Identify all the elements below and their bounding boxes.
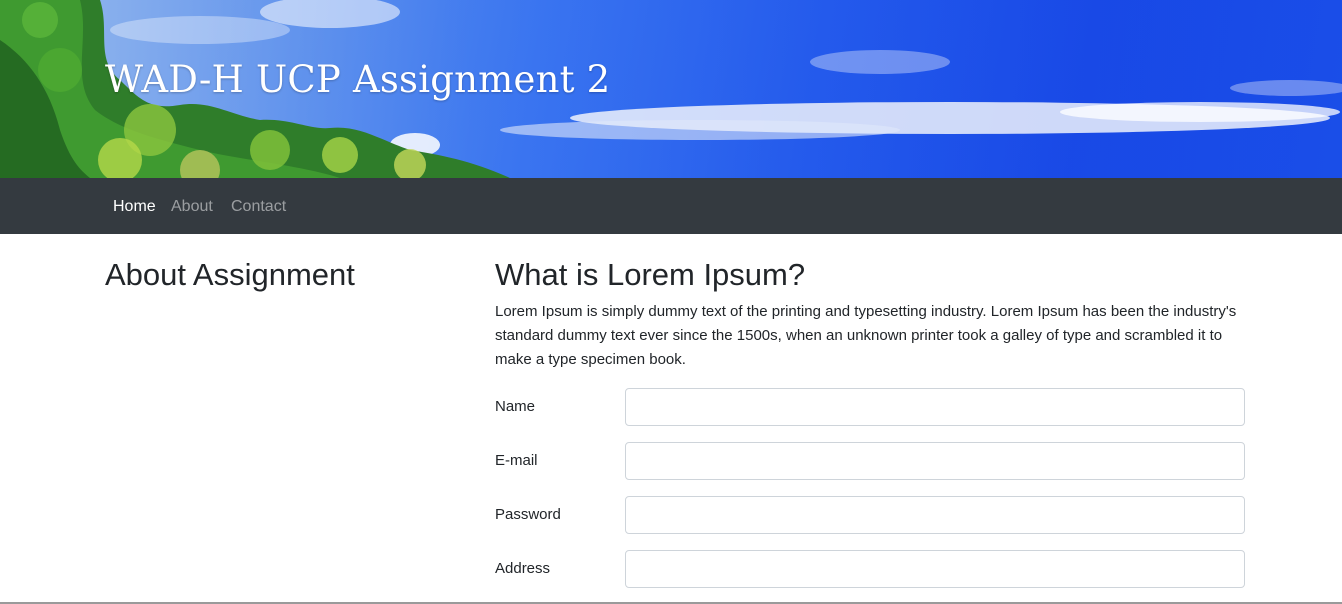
name-label: Name [495,398,536,415]
name-input[interactable] [625,388,1245,426]
form-row-password: Password [495,496,1245,534]
password-label: Password [495,506,561,523]
sidebar-heading: About Assignment [105,257,355,292]
form-row-name: Name [495,388,1245,426]
main-heading: What is Lorem Ipsum? [495,257,806,292]
form-row-address: Address [495,550,1245,588]
header-banner: WAD-H UCP Assignment 2 [0,0,1342,178]
email-input[interactable] [625,442,1245,480]
main-navbar: Home About Contact [0,178,1342,234]
intro-paragraph: Lorem Ipsum is simply dummy text of the … [495,303,1237,368]
site-title: WAD-H UCP Assignment 2 [105,58,611,101]
nav-link-about[interactable]: About [171,197,213,217]
password-input[interactable] [625,496,1245,534]
address-label: Address [495,560,551,577]
address-input[interactable] [625,550,1245,588]
nav-link-contact[interactable]: Contact [231,197,286,217]
nav-link-home[interactable]: Home [113,197,156,217]
form-row-email: E-mail [495,442,1245,480]
email-label: E-mail [495,452,538,469]
